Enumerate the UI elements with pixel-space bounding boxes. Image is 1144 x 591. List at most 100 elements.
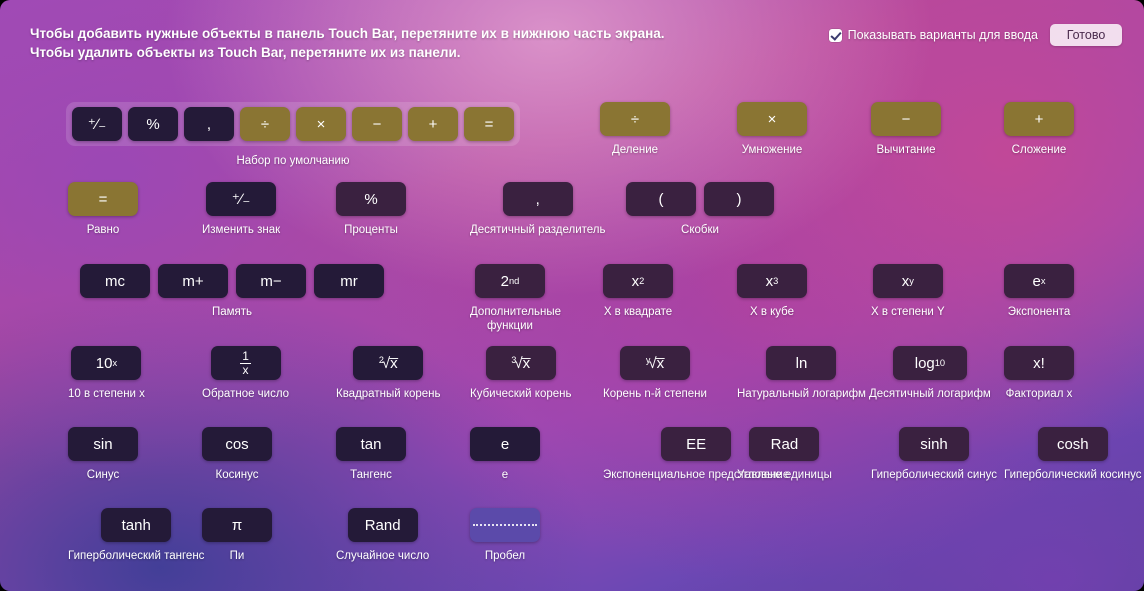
palette-item-equals[interactable]: = Равно [68, 182, 138, 237]
key-decimal-sep[interactable]: , [502, 182, 573, 216]
memory-key-0[interactable]: mc [80, 264, 150, 298]
key-reciprocal[interactable]: 1x [210, 346, 281, 380]
key-cosine[interactable]: cos [202, 427, 272, 461]
default-set-key-3[interactable]: ÷ [240, 107, 290, 141]
default-set-group[interactable]: ⁺∕₋%, ÷ × − + = Набор по умолчанию [66, 102, 520, 168]
default-set-key-7[interactable]: = [464, 107, 514, 141]
key-cosh[interactable]: cosh [1037, 427, 1108, 461]
palette-item-decimal-sep[interactable]: , Десятичный разделитель [470, 182, 605, 237]
parentheses-caption: Скобки [681, 224, 719, 236]
key-second-funcs[interactable]: 2nd [475, 264, 545, 298]
caption-x-cubed: X в кубе [749, 306, 795, 318]
key-sinh[interactable]: sinh [899, 427, 969, 461]
caption-reciprocal: Обратное число [202, 388, 290, 400]
palette-item-x-cubed[interactable]: x3 X в кубе [737, 264, 807, 319]
palette-item-addition[interactable]: + Сложение [1004, 102, 1074, 157]
key-cube-root[interactable]: 3 √x̅ [485, 346, 556, 380]
key-equals[interactable]: = [68, 182, 138, 216]
key-division[interactable]: ÷ [600, 102, 670, 136]
palette-item-random[interactable]: Rand Случайное число [336, 508, 429, 563]
parentheses-group[interactable]: () Скобки [626, 182, 774, 237]
palette-item-cube-root[interactable]: 3 √x̅ Кубический корень [470, 346, 572, 401]
key-ten-power-x[interactable]: 10 x [71, 346, 142, 380]
default-set-key-4[interactable]: × [296, 107, 346, 141]
palette-item-subtraction[interactable]: − Вычитание [871, 102, 941, 157]
key-angle-units[interactable]: Rad [749, 427, 820, 461]
palette-item-percent[interactable]: % Проценты [336, 182, 406, 237]
memory-row[interactable]: mc m+ m− mr [80, 264, 384, 298]
palette-item-cosine[interactable]: cos Косинус [202, 427, 272, 482]
palette-item-ten-power-x[interactable]: 10 x 10 в степени x [68, 346, 145, 401]
key-decimal-log[interactable]: log 10 [892, 346, 967, 380]
palette-item-natural-log[interactable]: ln Натуральный логарифм [737, 346, 866, 401]
palette-item-reciprocal[interactable]: 1 x Обратное число [202, 346, 289, 401]
checkmark-icon[interactable] [828, 28, 842, 42]
key-x-cubed[interactable]: x3 [737, 264, 807, 298]
palette-item-exponent[interactable]: e x Экспонента [1004, 264, 1074, 319]
caption-decimal-log: Десятичный логарифм [869, 388, 991, 400]
caption-natural-log: Натуральный логарифм [737, 388, 866, 400]
parentheses-row[interactable]: () [626, 182, 774, 216]
key-multiplication[interactable]: × [737, 102, 807, 136]
key-x-power-y[interactable]: xy [872, 264, 943, 298]
caption-multiplication: Умножение [741, 144, 803, 156]
memory-key-3[interactable]: mr [314, 264, 384, 298]
palette-item-cosh[interactable]: cosh Гиперболический косинус [1004, 427, 1142, 482]
default-set-key-1[interactable]: % [128, 107, 178, 141]
palette-item-factorial[interactable]: x! Факториал x [1004, 346, 1074, 401]
palette-item-x-power-y[interactable]: xy X в степени Y [871, 264, 945, 319]
key-space[interactable] [470, 508, 540, 542]
palette-item-sine[interactable]: sin Синус [68, 427, 138, 482]
key-pi[interactable]: π [202, 508, 272, 542]
key-exponent[interactable]: ex [1004, 264, 1074, 298]
key-random[interactable]: Rand [347, 508, 418, 542]
caption-exponent: Экспонента [1007, 306, 1071, 318]
caption-subtraction: Вычитание [876, 144, 936, 156]
caption-pi: Пи [229, 550, 245, 562]
key-natural-log[interactable]: ln [766, 346, 837, 380]
palette-item-tanh[interactable]: tanh Гиперболический тангенс [68, 508, 204, 563]
palette-item-euler-e[interactable]: ee [470, 427, 540, 482]
palette-item-square-root[interactable]: 2 √x̅ Квадратный корень [336, 346, 441, 401]
palette-item-space[interactable]: Пробел [470, 508, 540, 563]
parenthesis-key-0[interactable]: ( [626, 182, 696, 216]
memory-key-2[interactable]: m− [236, 264, 306, 298]
palette-item-x-squared[interactable]: x2 X в квадрате [603, 264, 673, 319]
key-percent[interactable]: % [336, 182, 406, 216]
key-factorial[interactable]: x! [1004, 346, 1074, 380]
palette-item-nth-root[interactable]: y √x̅ Корень n-й степени [603, 346, 707, 401]
key-square-root[interactable]: 2 √x̅ [353, 346, 424, 380]
default-set-tray[interactable]: ⁺∕₋%, ÷ × − + = [66, 102, 520, 146]
key-nth-root[interactable]: y √x̅ [619, 346, 690, 380]
key-subtraction[interactable]: − [871, 102, 941, 136]
palette-item-multiplication[interactable]: × Умножение [737, 102, 807, 157]
memory-group[interactable]: mc m+ m− mr Память [80, 264, 384, 319]
key-tanh[interactable]: tanh [101, 508, 172, 542]
palette-item-division[interactable]: ÷ Деление [600, 102, 670, 157]
key-sine[interactable]: sin [68, 427, 138, 461]
key-tangent[interactable]: tan [336, 427, 406, 461]
palette-item-pi[interactable]: π Пи [202, 508, 272, 563]
default-set-key-2[interactable]: , [184, 107, 234, 141]
palette-item-angle-units[interactable]: Rad Угловые единицы [737, 427, 832, 482]
memory-key-1[interactable]: m+ [158, 264, 228, 298]
palette-item-sinh[interactable]: sinh Гиперболический синус [871, 427, 997, 482]
default-set-key-6[interactable]: + [408, 107, 458, 141]
key-x-squared[interactable]: x2 [603, 264, 673, 298]
parenthesis-key-1[interactable]: ) [704, 182, 774, 216]
palette-item-second-funcs[interactable]: 2nd Дополнительные функции [470, 264, 561, 333]
key-ee-notation[interactable]: EE [661, 427, 732, 461]
key-euler-e[interactable]: e [470, 427, 540, 461]
show-typing-suggestions-checkbox[interactable]: Показывать варианты для ввода [828, 28, 1038, 42]
palette-item-decimal-log[interactable]: log 10 Десятичный логарифм [869, 346, 991, 401]
caption-factorial: Факториал x [1005, 388, 1073, 400]
caption-sinh: Гиперболический синус [871, 469, 997, 481]
key-addition[interactable]: + [1004, 102, 1074, 136]
palette-item-sign-change[interactable]: ⁺∕₋ Изменить знак [202, 182, 280, 237]
default-set-key-0[interactable]: ⁺∕₋ [72, 107, 122, 141]
done-button[interactable]: Готово [1050, 24, 1122, 46]
palette-item-tangent[interactable]: tan Тангенс [336, 427, 406, 482]
key-sign-change[interactable]: ⁺∕₋ [206, 182, 277, 216]
caption-cosine: Косинус [215, 469, 259, 481]
default-set-key-5[interactable]: − [352, 107, 402, 141]
